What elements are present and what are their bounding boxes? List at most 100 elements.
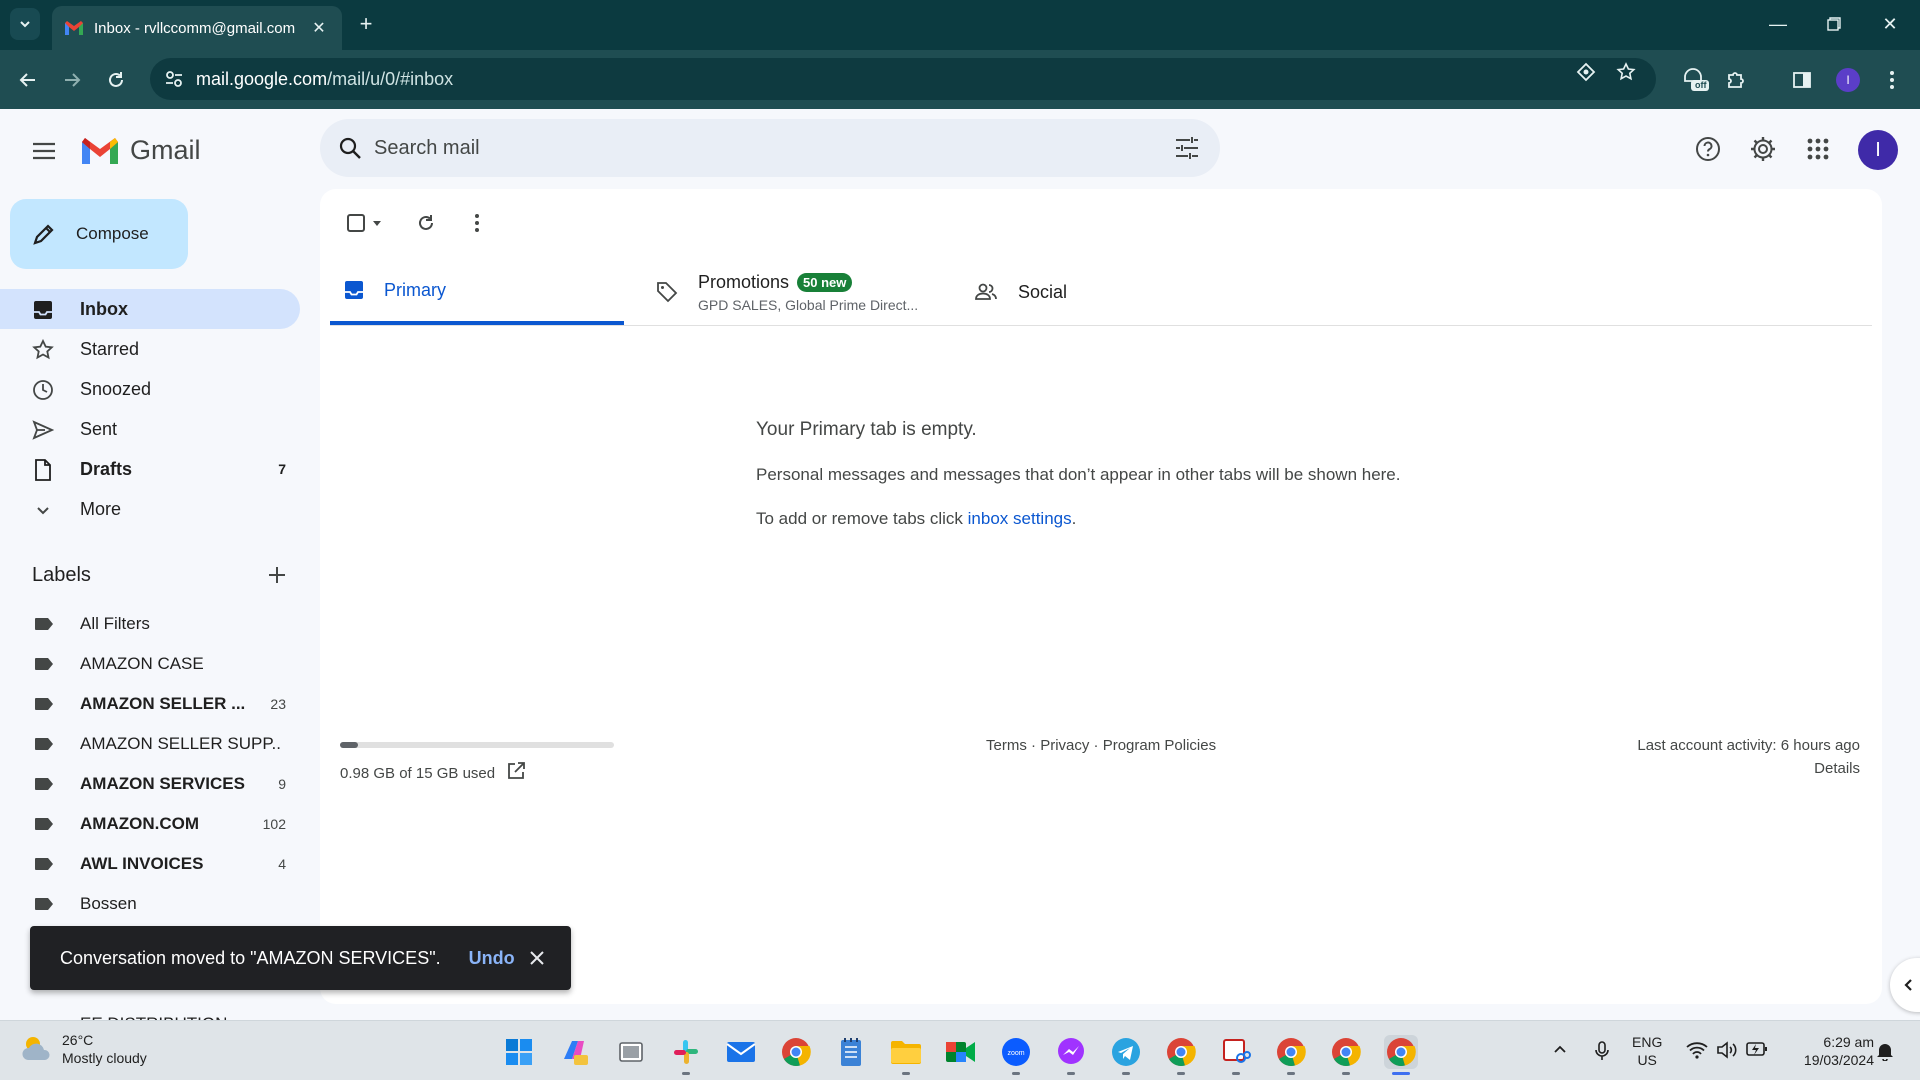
sidebar-item-drafts[interactable]: Drafts 7	[0, 449, 300, 489]
label-item[interactable]: Bossen	[0, 884, 300, 924]
help-icon	[1696, 137, 1720, 161]
google-apps-button[interactable]	[1798, 129, 1838, 169]
taskbar-app-messenger[interactable]	[1054, 1035, 1088, 1075]
start-button[interactable]	[502, 1035, 536, 1069]
sidebar-item-sent[interactable]: Sent	[0, 409, 300, 449]
account-avatar[interactable]: I	[1858, 130, 1898, 170]
tab-social[interactable]: Social	[974, 259, 1194, 325]
settings-button[interactable]	[1743, 129, 1783, 169]
undo-button[interactable]: Undo	[469, 948, 515, 969]
weather-widget[interactable]: 26°C Mostly cloudy	[20, 1031, 147, 1067]
sidebar-item-starred[interactable]: Starred	[0, 329, 300, 369]
taskbar-app-zoom[interactable]: zoom	[999, 1035, 1033, 1075]
forward-button[interactable]	[56, 64, 88, 96]
taskbar-app-chrome-profile-w[interactable]	[1164, 1035, 1198, 1075]
close-tab-icon[interactable]: ✕	[308, 18, 330, 38]
notifications-button[interactable]	[1876, 1041, 1894, 1061]
message-list-panel: Primary Promotions 50 new GPD SALES, Glo…	[320, 189, 1882, 1004]
gear-icon	[1751, 137, 1775, 161]
label-item[interactable]: AMAZON CASE	[0, 644, 300, 684]
label-item[interactable]: AMAZON SERVICES 9	[0, 764, 300, 804]
lens-button[interactable]	[1574, 60, 1598, 84]
label-item[interactable]: AMAZON SELLER SUPP...	[0, 724, 300, 764]
search-icon[interactable]	[338, 136, 362, 160]
label-name: AMAZON CASE	[80, 654, 204, 673]
label-item[interactable]: AMAZON.COM 102	[0, 804, 300, 844]
refresh-button[interactable]	[410, 207, 442, 239]
label-item[interactable]: AMAZON SELLER ... 23	[0, 684, 300, 724]
taskbar-app-notepad[interactable]	[834, 1035, 868, 1069]
extensions-button[interactable]	[1720, 64, 1752, 96]
label-tag-icon	[35, 818, 53, 830]
microphone-button[interactable]	[1594, 1041, 1610, 1061]
star-icon	[32, 339, 54, 361]
terms-link[interactable]: Terms	[986, 737, 1027, 754]
close-window-button[interactable]: ✕	[1870, 10, 1910, 38]
wifi-status[interactable]	[1686, 1041, 1708, 1059]
more-actions-button[interactable]	[461, 207, 493, 239]
taskbar-app-taskview[interactable]	[614, 1035, 648, 1069]
taskbar-app-telegram[interactable]	[1109, 1035, 1143, 1075]
close-icon[interactable]	[525, 946, 549, 970]
browser-menu-button[interactable]	[1876, 64, 1908, 96]
taskbar-app-slack[interactable]	[669, 1035, 703, 1075]
label-item[interactable]: All Filters	[0, 604, 300, 644]
taskbar-app-file-explorer[interactable]	[889, 1035, 923, 1075]
restore-button[interactable]	[1814, 10, 1854, 38]
create-label-button[interactable]	[264, 562, 290, 588]
taskbar-app-meet[interactable]	[944, 1035, 978, 1069]
privacy-link[interactable]: Privacy	[1040, 737, 1089, 754]
bookmark-button[interactable]	[1614, 60, 1638, 84]
inbox-settings-link[interactable]: inbox settings	[968, 509, 1072, 528]
taskbar-app-chrome-2[interactable]	[1274, 1035, 1308, 1075]
browser-tab-title: Inbox - rvllccomm@gmail.com	[94, 19, 296, 37]
reload-button[interactable]	[100, 64, 132, 96]
select-checkbox[interactable]	[340, 207, 388, 239]
browser-tab-strip: Inbox - rvllccomm@gmail.com ✕ + — ✕	[0, 0, 1920, 50]
profile-button[interactable]: I	[1832, 64, 1864, 96]
side-panel-button[interactable]	[1786, 64, 1818, 96]
open-in-new-icon[interactable]	[507, 762, 526, 784]
site-info-icon[interactable]	[164, 69, 184, 89]
taskbar-app-chrome-active[interactable]	[1384, 1035, 1418, 1075]
input-language-indicator[interactable]: ENG US	[1632, 1033, 1662, 1069]
label-item[interactable]: AWL INVOICES 4	[0, 844, 300, 884]
label-tag-icon	[35, 898, 53, 910]
search-input[interactable]: Search mail	[320, 119, 1220, 177]
taskbar-app-copilot[interactable]	[558, 1035, 592, 1069]
sidebar-item-snoozed[interactable]: Snoozed	[0, 369, 300, 409]
snipping-tool-icon	[1223, 1039, 1251, 1063]
tabs-divider	[330, 325, 1872, 326]
volume-status[interactable]	[1716, 1041, 1738, 1059]
taskbar-app-mail[interactable]	[724, 1035, 758, 1069]
hint-prefix: To add or remove tabs click	[756, 509, 968, 528]
compose-button[interactable]: Compose	[10, 199, 188, 269]
extension-off-button[interactable]: off	[1676, 64, 1716, 96]
battery-status[interactable]	[1746, 1041, 1768, 1057]
tab-primary[interactable]: Primary	[330, 259, 624, 325]
address-bar[interactable]: mail.google.com/mail/u/0/#inbox	[150, 58, 1656, 100]
sidebar-item-inbox[interactable]: Inbox	[0, 289, 300, 329]
gmail-logo[interactable]: Gmail	[80, 135, 201, 166]
taskbar-app-snipping-tool[interactable]	[1219, 1035, 1253, 1075]
show-hidden-icons-button[interactable]	[1552, 1041, 1568, 1057]
taskbar-app-chrome[interactable]	[779, 1035, 813, 1069]
support-button[interactable]	[1688, 129, 1728, 169]
main-menu-button[interactable]	[26, 133, 62, 169]
sidebar-item-more[interactable]: More	[0, 489, 300, 529]
program-policies-link[interactable]: Program Policies	[1103, 737, 1216, 754]
search-options-icon[interactable]	[1174, 136, 1200, 160]
minimize-button[interactable]: —	[1758, 10, 1798, 38]
sidebar-item-label: Sent	[80, 418, 118, 439]
taskbar-app-chrome-3[interactable]	[1329, 1035, 1363, 1075]
system-clock[interactable]: 6:29 am 19/03/2024	[1784, 1033, 1874, 1069]
tab-search-button[interactable]	[10, 8, 40, 40]
storage-meter	[340, 742, 614, 748]
browser-tab-gmail[interactable]: Inbox - rvllccomm@gmail.com ✕	[52, 6, 342, 50]
details-link[interactable]: Details	[1637, 760, 1860, 777]
show-side-panel-button[interactable]	[1890, 958, 1920, 1012]
new-tab-button[interactable]: +	[352, 10, 380, 38]
sidebar-item-label: Drafts	[80, 458, 133, 479]
tab-promotions[interactable]: Promotions 50 new GPD SALES, Global Prim…	[654, 259, 944, 325]
back-button[interactable]	[12, 64, 44, 96]
